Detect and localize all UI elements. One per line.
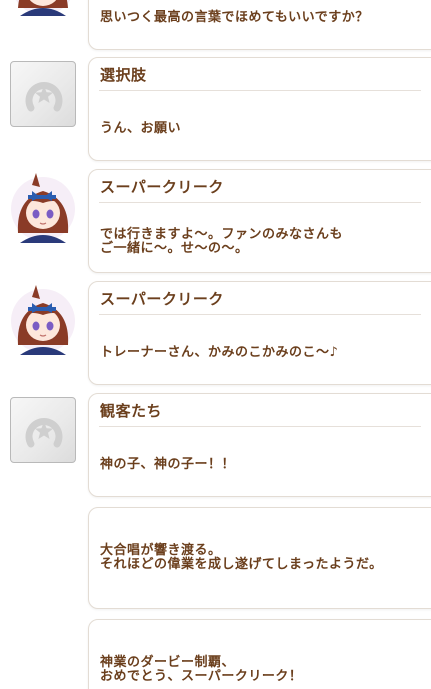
- speaker-name: 選択肢: [100, 66, 147, 84]
- message-bubble: 思いつく最高の言葉でほめてもいいですか？: [88, 0, 431, 50]
- placeholder-avatar-icon: [10, 397, 76, 463]
- log-entry[interactable]: 大合唱が響き渡る。 それほどの偉業を成し遂げてしまったようだ。: [0, 507, 431, 609]
- message-bubble: 大合唱が響き渡る。 それほどの偉業を成し遂げてしまったようだ。: [88, 507, 431, 609]
- message-bubble: スーパークリーク では行きますよ～。ファンのみなさんも ご一緒に～。せ～の～。: [88, 169, 431, 273]
- message-text: 大合唱が響き渡る。 それほどの偉業を成し遂げてしまったようだ。: [100, 543, 383, 572]
- log-entry[interactable]: 観客たち 神の子、神の子ー！！: [0, 393, 431, 497]
- message-text: 神の子、神の子ー！！: [100, 457, 236, 472]
- divider: [99, 202, 421, 203]
- message-text: トレーナーさん、かみのこかみのこ～♪: [100, 345, 339, 360]
- character-portrait: [10, 285, 76, 355]
- character-portrait: [10, 0, 76, 16]
- log-entry[interactable]: スーパークリーク では行きますよ～。ファンのみなさんも ご一緒に～。せ～の～。: [0, 169, 431, 273]
- message-bubble: 選択肢 うん、お願い: [88, 57, 431, 161]
- placeholder-avatar-icon: [10, 61, 76, 127]
- character-portrait: [10, 173, 76, 243]
- log-entry[interactable]: スーパークリーク トレーナーさん、かみのこかみのこ～♪: [0, 281, 431, 385]
- divider: [99, 314, 421, 315]
- speaker-name: スーパークリーク: [100, 290, 224, 308]
- divider: [99, 426, 421, 427]
- story-log: 思いつく最高の言葉でほめてもいいですか？ 選択肢 うん、お願い スーパークリーク…: [0, 0, 431, 689]
- message-bubble: 神業のダービー制覇、 おめでとう、スーパークリーク！: [88, 619, 431, 689]
- message-text: 神業のダービー制覇、 おめでとう、スーパークリーク！: [100, 655, 303, 684]
- log-entry[interactable]: 神業のダービー制覇、 おめでとう、スーパークリーク！: [0, 619, 431, 689]
- log-entry[interactable]: 選択肢 うん、お願い: [0, 57, 431, 161]
- message-text: では行きますよ～。ファンのみなさんも ご一緒に～。せ～の～。: [100, 227, 344, 256]
- message-bubble: 観客たち 神の子、神の子ー！！: [88, 393, 431, 497]
- message-text: うん、お願い: [100, 121, 182, 136]
- divider: [99, 90, 421, 91]
- speaker-name: 観客たち: [100, 402, 163, 420]
- speaker-name: スーパークリーク: [100, 178, 224, 196]
- message-bubble: スーパークリーク トレーナーさん、かみのこかみのこ～♪: [88, 281, 431, 385]
- message-text: 思いつく最高の言葉でほめてもいいですか？: [100, 10, 369, 25]
- log-entry[interactable]: 思いつく最高の言葉でほめてもいいですか？: [0, 0, 431, 50]
